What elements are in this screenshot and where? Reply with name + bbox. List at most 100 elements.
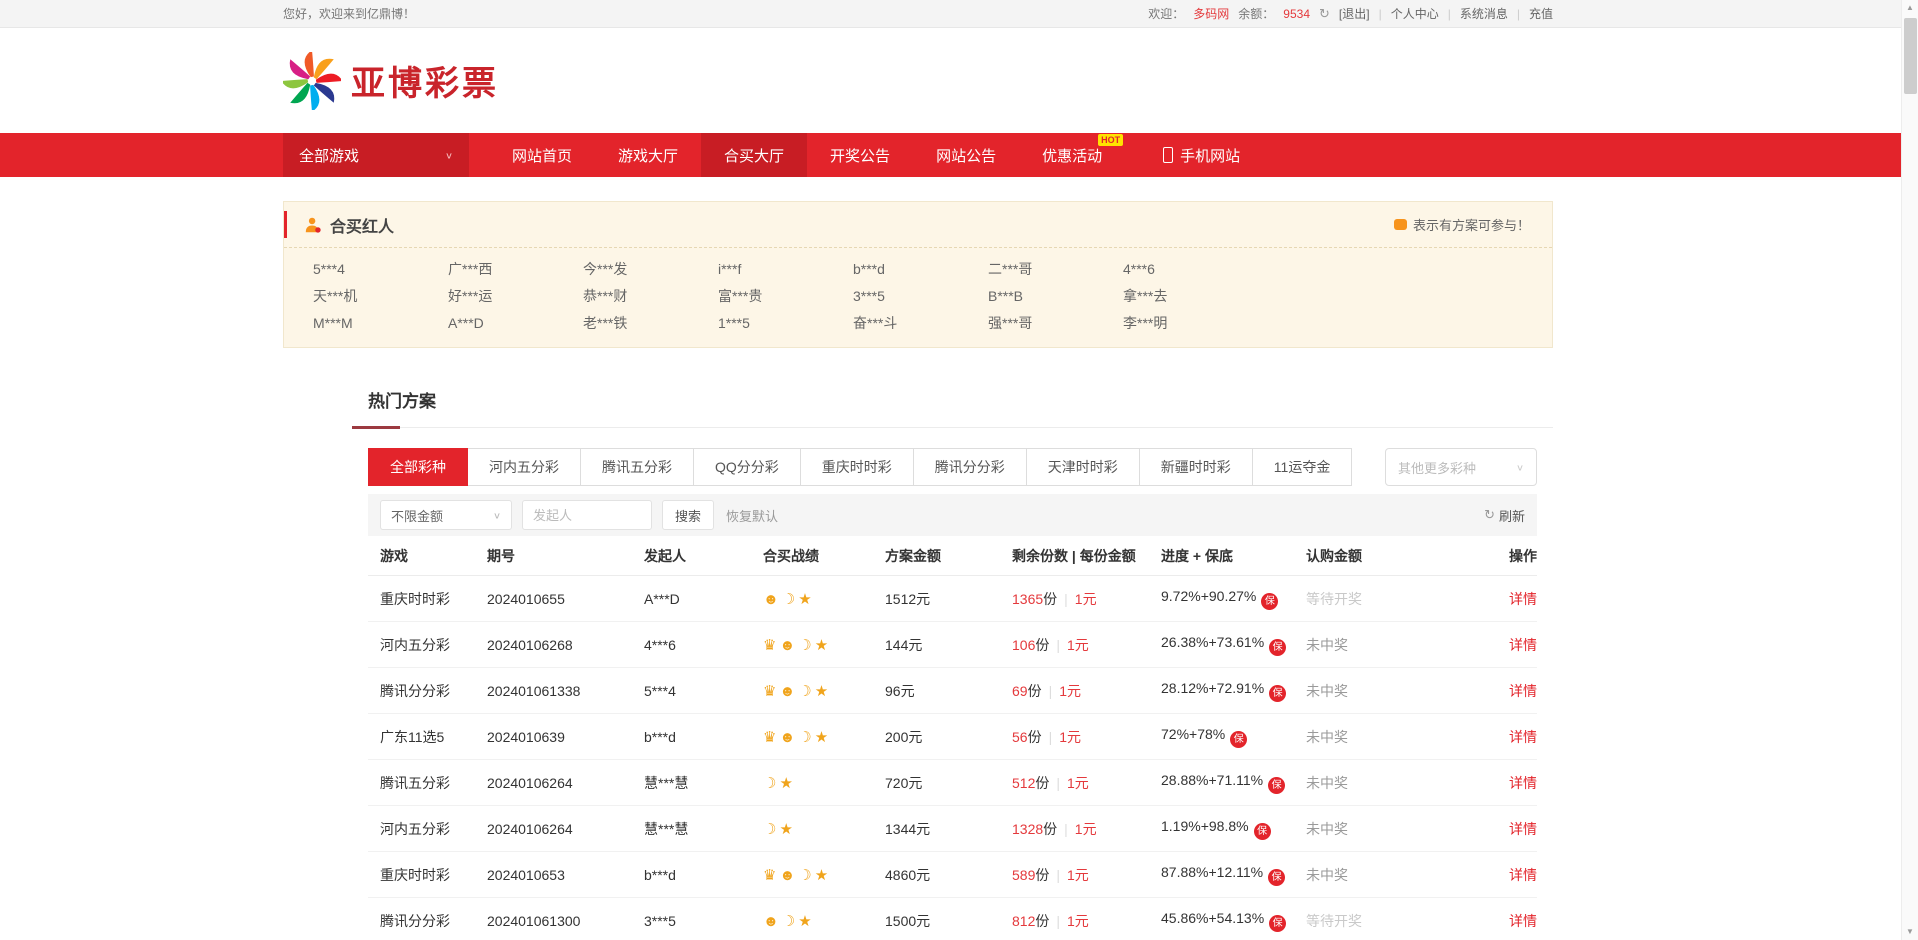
- hot-user-name[interactable]: 恭***财: [583, 287, 718, 306]
- tab-7[interactable]: 新疆时时彩: [1140, 448, 1253, 486]
- progress-and-guarantee: 72%+78%保: [1161, 726, 1306, 748]
- detail-link[interactable]: 详情: [1509, 683, 1537, 699]
- person-icon: [304, 216, 322, 234]
- hot-user-name[interactable]: 富***贵: [718, 287, 853, 306]
- tab-3[interactable]: QQ分分彩: [694, 448, 801, 486]
- site-logo[interactable]: 亚博彩票: [283, 52, 499, 110]
- detail-link[interactable]: 详情: [1509, 821, 1537, 837]
- tab-2[interactable]: 腾讯五分彩: [581, 448, 694, 486]
- detail-link[interactable]: 详情: [1509, 775, 1537, 791]
- initiator-name[interactable]: 慧***慧: [644, 819, 763, 839]
- detail-link[interactable]: 详情: [1509, 591, 1537, 607]
- initiator-name[interactable]: A***D: [644, 591, 763, 607]
- initiator-name[interactable]: b***d: [644, 867, 763, 883]
- nav-item-0[interactable]: 网站首页: [489, 133, 595, 177]
- nav-item-5[interactable]: 优惠活动HOT: [1019, 133, 1125, 177]
- hot-user-name[interactable]: 1***5: [718, 314, 853, 333]
- detail-link[interactable]: 详情: [1509, 913, 1537, 929]
- game-name: 河内五分彩: [368, 635, 487, 655]
- profile-link[interactable]: 个人中心: [1391, 5, 1439, 22]
- initiator-search-input[interactable]: [522, 500, 652, 530]
- initiator-name[interactable]: b***d: [644, 729, 763, 745]
- table-row: 广东11选52024010639b***d♛☻☽★200元56份|1元72%+7…: [368, 714, 1537, 760]
- initiator-name[interactable]: 3***5: [644, 913, 763, 929]
- tab-4[interactable]: 重庆时时彩: [801, 448, 914, 486]
- search-button[interactable]: 搜索: [662, 500, 714, 530]
- hot-user-name[interactable]: 强***哥: [988, 314, 1123, 333]
- hot-user-name[interactable]: A***D: [448, 314, 583, 333]
- scroll-down-arrow[interactable]: ▼: [1902, 924, 1918, 940]
- issue-number: 2024010653: [487, 867, 644, 883]
- game-name: 腾讯五分彩: [368, 773, 487, 793]
- progress-and-guarantee: 87.88%+12.11%保: [1161, 864, 1306, 886]
- hot-user-name[interactable]: M***M: [313, 314, 448, 333]
- username: 多码网: [1193, 5, 1229, 22]
- guarantee-badge: 保: [1269, 685, 1286, 702]
- initiator-name[interactable]: 4***6: [644, 637, 763, 653]
- scrollbar-thumb[interactable]: [1904, 18, 1917, 94]
- progress-value: 87.88%+12.11%: [1161, 864, 1263, 880]
- hot-user-name[interactable]: b***d: [853, 260, 988, 279]
- crown-icon: ♛: [763, 637, 776, 654]
- detail-link[interactable]: 详情: [1509, 867, 1537, 883]
- per-share-amount: 1元: [1067, 867, 1089, 883]
- nav-item-1[interactable]: 游戏大厅: [595, 133, 701, 177]
- action-cell: 详情: [1478, 681, 1537, 701]
- reset-default-link[interactable]: 恢复默认: [726, 506, 778, 525]
- detail-link[interactable]: 详情: [1509, 637, 1537, 653]
- remaining-shares: 56: [1012, 729, 1028, 745]
- amount-filter-select[interactable]: 不限金额 ∨: [380, 500, 512, 530]
- column-header-3: 合买战绩: [763, 546, 885, 566]
- divider: |: [1049, 683, 1053, 699]
- hot-user-name[interactable]: 天***机: [313, 287, 448, 306]
- status-text: 等待开奖: [1306, 589, 1478, 609]
- tab-8[interactable]: 11运夺金: [1253, 448, 1353, 486]
- tab-0[interactable]: 全部彩种: [368, 448, 468, 486]
- tab-1[interactable]: 河内五分彩: [468, 448, 581, 486]
- action-cell: 详情: [1478, 727, 1537, 747]
- progress-value: 1.19%+98.8%: [1161, 818, 1249, 834]
- hot-user-name[interactable]: 老***铁: [583, 314, 718, 333]
- hot-user-name[interactable]: 奋***斗: [853, 314, 988, 333]
- refresh-button[interactable]: ↻ 刷新: [1484, 506, 1525, 525]
- balance-refresh-icon[interactable]: ↻: [1319, 6, 1330, 22]
- hot-user-name[interactable]: 拿***去: [1123, 287, 1258, 306]
- more-lotteries-dropdown[interactable]: 其他更多彩种 ∨: [1385, 448, 1537, 486]
- hot-user-name[interactable]: i***f: [718, 260, 853, 279]
- guarantee-badge: 保: [1269, 915, 1286, 932]
- hot-user-name[interactable]: 今***发: [583, 260, 718, 279]
- record-icons: ☽★: [763, 820, 885, 838]
- scroll-up-arrow[interactable]: ▲: [1902, 0, 1918, 16]
- hot-user-name[interactable]: 二***哥: [988, 260, 1123, 279]
- hot-user-name[interactable]: 3***5: [853, 287, 988, 306]
- hot-user-name[interactable]: 好***运: [448, 287, 583, 306]
- nav-item-4[interactable]: 网站公告: [913, 133, 1019, 177]
- guarantee-badge: 保: [1230, 731, 1247, 748]
- action-cell: 详情: [1478, 911, 1537, 931]
- status-text: 未中奖: [1306, 819, 1478, 839]
- tab-6[interactable]: 天津时时彩: [1027, 448, 1140, 486]
- plan-amount: 144元: [885, 635, 1012, 655]
- all-games-dropdown[interactable]: 全部游戏 ∨: [283, 133, 469, 177]
- initiator-name[interactable]: 慧***慧: [644, 773, 763, 793]
- hot-user-name[interactable]: 广***西: [448, 260, 583, 279]
- vertical-scrollbar[interactable]: ▲ ▼: [1901, 0, 1918, 940]
- hot-user-name[interactable]: 李***明: [1123, 314, 1258, 333]
- shares-and-price: 106份|1元: [1012, 635, 1161, 655]
- hot-user-name[interactable]: 4***6: [1123, 260, 1258, 279]
- initiator-name[interactable]: 5***4: [644, 683, 763, 699]
- nav-item-mobile-site[interactable]: 手机网站: [1163, 133, 1240, 177]
- messages-link[interactable]: 系统消息: [1460, 5, 1508, 22]
- game-name: 河内五分彩: [368, 819, 487, 839]
- hot-user-name[interactable]: B***B: [988, 287, 1123, 306]
- plan-amount: 200元: [885, 727, 1012, 747]
- nav-item-2[interactable]: 合买大厅: [701, 133, 807, 177]
- deposit-link[interactable]: 充值: [1529, 5, 1553, 22]
- nav-item-3[interactable]: 开奖公告: [807, 133, 913, 177]
- crown-icon: ♛: [763, 683, 776, 700]
- moon-icon: ☽: [798, 867, 811, 884]
- tab-5[interactable]: 腾讯分分彩: [914, 448, 1027, 486]
- hot-user-name[interactable]: 5***4: [313, 260, 448, 279]
- detail-link[interactable]: 详情: [1509, 729, 1537, 745]
- logout-link[interactable]: [退出]: [1339, 5, 1370, 22]
